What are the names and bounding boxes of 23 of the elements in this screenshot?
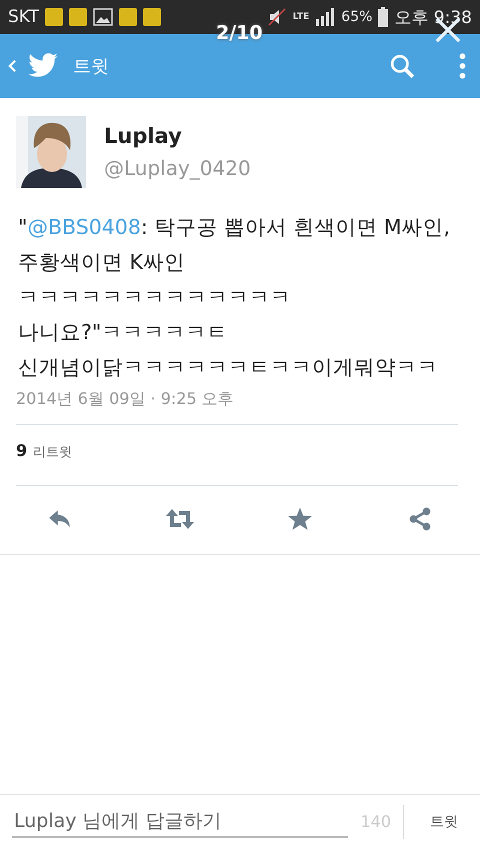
battery-percent: 65% [341,9,372,25]
signal-icon [315,7,336,27]
bird-icon[interactable] [27,52,59,80]
tweet-text: "@BBS0408: 탁구공 뽑아서 흰색이면 M싸인, 주황색이면 K싸인 ㅋㅋㅋㅋㅋㅋㅋㅋㅋㅋㅋㅋㅋ 나니요?"ㅋㅋㅋㅋㅋㅌ 신개념이닭ㅋㅋㅋㅋㅋㅋㅌㅋㅋ이게뭐약ㅋㅋ [18,214,452,381]
notification-icon [45,8,64,26]
carrier-name: SKT [8,7,40,27]
image-icon [93,8,114,26]
notification-icon [119,8,138,26]
tweet-button[interactable]: 트윗 [416,807,472,837]
user-name: Luplay [104,124,182,148]
user-handle: @Luplay_0420 [104,156,251,180]
more-icon[interactable] [459,53,466,79]
back-icon[interactable] [8,59,17,73]
mute-icon [266,7,287,27]
retweet-count: 9 [16,441,28,460]
screen-title: 트윗 [73,55,109,78]
notification-icon [143,8,162,26]
network-type: LTE [292,12,310,22]
search-icon[interactable] [389,53,415,79]
battery-icon [378,7,388,27]
notification-icon [69,8,88,26]
retweet-label: 리트윗 [33,444,72,461]
tweet-timestamp: 2014년 6월 09일 · 9:25 오후 [16,389,234,410]
